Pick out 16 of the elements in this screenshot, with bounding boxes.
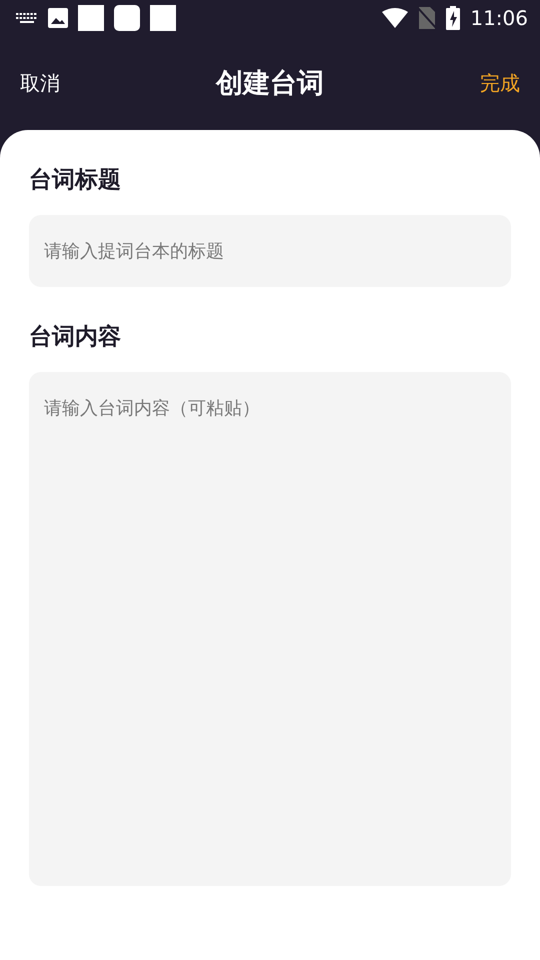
field-label: 台词内容 [29,323,122,352]
battery-icon [446,6,460,30]
page-title: 创建台词 [216,67,324,101]
wifi-icon [382,8,408,28]
cancel-button[interactable]: 取消 [20,70,60,96]
field-label: 台词标题 [29,166,122,195]
keyboard-icon [16,12,38,24]
clock-time: 11:06 [470,6,528,30]
notification-icon [78,5,104,31]
no-sim-icon [418,7,436,29]
done-button[interactable]: 完成 [480,70,520,96]
notification-icon [114,5,140,31]
image-icon [48,8,68,28]
content-field[interactable]: 请输入台词内容（可粘贴） [29,372,511,886]
notification-icon [150,5,176,31]
title-field[interactable]: 请输入提词台本的标题 [29,215,511,287]
